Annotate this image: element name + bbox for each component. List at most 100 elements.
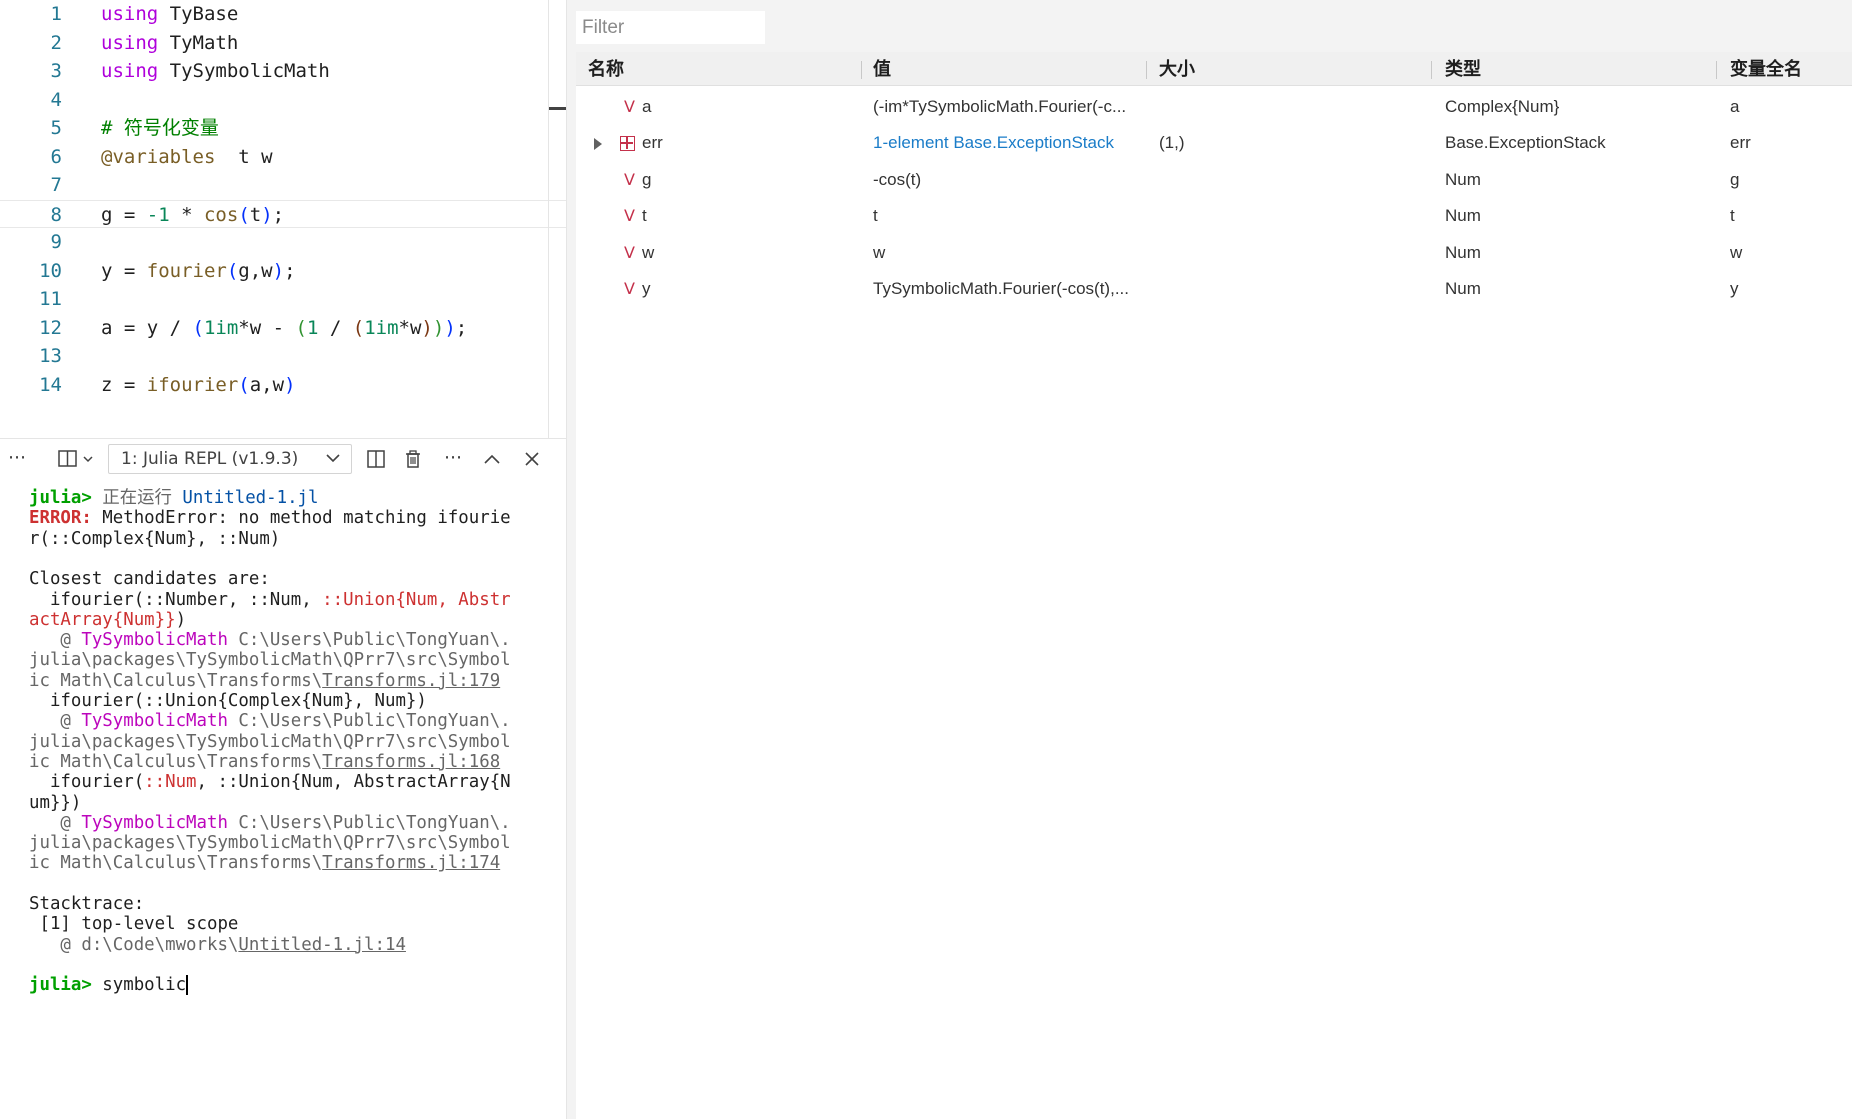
variable-size-cell bbox=[1159, 198, 1419, 234]
variable-type-cell: Num bbox=[1445, 169, 1481, 189]
variable-icon: V bbox=[624, 206, 635, 226]
code-token: g = bbox=[101, 203, 147, 226]
line-number: 2 bbox=[50, 31, 62, 54]
code-line[interactable]: 14 z = ifourier(a,w) bbox=[0, 371, 566, 399]
column-header-type[interactable]: 类型 bbox=[1445, 52, 1481, 86]
terminal-text: 正在运行 bbox=[102, 488, 172, 508]
variable-row-a[interactable]: Va (-im*TySymbolicMath.Fourier(-c... Compl… bbox=[576, 89, 1852, 125]
code-line[interactable]: 3 using TySymbolicMath bbox=[0, 57, 566, 85]
terminal-line: ic Math\Calculus\Transforms\Transforms.j… bbox=[29, 851, 500, 875]
code-line[interactable]: 5 # 符号化变量 bbox=[0, 114, 566, 142]
variable-value-cell: 1-element Base.ExceptionStack bbox=[873, 133, 1114, 153]
terminal-text: , ::Union{Num, AbstractArray{N bbox=[196, 772, 511, 793]
code-line[interactable]: 2 using TyMath bbox=[0, 29, 566, 57]
code-token: y = bbox=[101, 259, 147, 282]
variable-icon: V bbox=[624, 242, 635, 262]
code-editor[interactable]: 1 using TyBase 2 using TyMath 3 using TySymbo… bbox=[0, 0, 566, 438]
variable-name-cell: t bbox=[642, 206, 647, 226]
column-resizer[interactable] bbox=[861, 61, 862, 79]
variable-size-cell: (1,) bbox=[1159, 133, 1185, 153]
code-token: ; bbox=[284, 259, 296, 282]
variable-fullname-cell: err bbox=[1730, 133, 1751, 153]
code-line[interactable]: 6 @variables t w bbox=[0, 143, 566, 171]
terminal-line: ifourier(::Num, ::Union{Num, AbstractArr… bbox=[29, 770, 511, 794]
code-line[interactable]: 9 bbox=[0, 228, 566, 256]
code-token: t w bbox=[215, 145, 273, 168]
more-actions-right-icon[interactable]: ··· bbox=[438, 439, 468, 477]
variable-row-y[interactable]: Vy TySymbolicMath.Fourier(-cos(t),... Num y bbox=[576, 271, 1852, 307]
close-panel-icon[interactable] bbox=[518, 439, 546, 477]
variable-row-t[interactable]: Vt t Num t bbox=[576, 198, 1852, 234]
code-token: z = bbox=[101, 373, 147, 396]
code-token: 1im bbox=[203, 316, 239, 339]
code-line[interactable]: 4 bbox=[0, 86, 566, 114]
split-terminal-icon[interactable] bbox=[362, 439, 390, 477]
variable-type-cell: Num bbox=[1445, 279, 1481, 298]
column-header-fullname[interactable]: 变量全名 bbox=[1730, 52, 1802, 86]
maximize-panel-icon[interactable] bbox=[478, 439, 506, 477]
column-header-size[interactable]: 大小 bbox=[1159, 52, 1195, 86]
column-resizer[interactable] bbox=[1146, 61, 1147, 79]
line-number: 14 bbox=[39, 373, 62, 396]
code-token: ) bbox=[272, 259, 285, 282]
column-resizer[interactable] bbox=[1431, 61, 1432, 79]
terminal-text: ::Union{Num, Abstr bbox=[322, 589, 511, 610]
terminal-text: ifourier(::Number, ::Num, bbox=[29, 589, 323, 610]
code-line[interactable]: 7 bbox=[0, 171, 566, 199]
terminal-selector-label: 1: Julia REPL (v1.9.3) bbox=[121, 449, 299, 469]
variable-row-w[interactable]: Vw w Num w bbox=[576, 235, 1852, 271]
column-header-value[interactable]: 值 bbox=[873, 52, 891, 86]
terminal-text: julia\packages\TySymbolicMath\QPrr7\src\… bbox=[29, 833, 511, 854]
code-line[interactable]: 1 using TyBase bbox=[0, 0, 566, 28]
terminal-selector[interactable]: 1: Julia REPL (v1.9.3) bbox=[108, 444, 352, 474]
line-number: 13 bbox=[39, 345, 62, 367]
code-token: ) bbox=[284, 373, 296, 396]
code-token: 1im bbox=[364, 316, 399, 339]
code-line[interactable]: 8 g = -1 * cos(t); bbox=[0, 199, 566, 228]
variables-table: 名称 值 大小 类型 变量全名 Va (-im*TySymbolicMath.Fo… bbox=[576, 52, 1852, 1119]
code-token: ( bbox=[238, 203, 250, 226]
code-token: ; bbox=[455, 316, 468, 339]
scrollbar-thumb[interactable] bbox=[549, 107, 566, 110]
file-link[interactable]: Transforms.jl:179 bbox=[322, 671, 500, 691]
variable-row-err[interactable]: err 1-element Base.ExceptionStack (1,) Base… bbox=[576, 125, 1852, 161]
variable-size-cell bbox=[1159, 162, 1419, 198]
julia-repl-terminal[interactable]: julia> 正在运行 Untitled-1.jl ERROR: MethodEr… bbox=[0, 476, 566, 1119]
file-link[interactable]: Transforms.jl:168 bbox=[322, 752, 500, 772]
terminal-text: @ bbox=[29, 812, 82, 833]
variable-name-cell: err bbox=[642, 133, 663, 153]
layout-split-dropdown-icon[interactable] bbox=[54, 439, 100, 477]
column-resizer[interactable] bbox=[1716, 61, 1717, 79]
expand-chevron-icon[interactable] bbox=[593, 125, 603, 161]
code-token: cos bbox=[203, 203, 239, 226]
terminal-text: actArray{Num}} bbox=[29, 609, 176, 630]
variable-type-cell: Complex{Num} bbox=[1445, 97, 1560, 116]
trash-icon[interactable] bbox=[399, 439, 427, 477]
file-link[interactable]: Transforms.jl:174 bbox=[322, 853, 500, 873]
array-variable-icon bbox=[620, 136, 635, 152]
variable-icon: V bbox=[624, 97, 635, 116]
code-line[interactable]: 12 a = y / (1im*w - (1 / (1im*w))); bbox=[0, 314, 566, 342]
code-token: ifourier bbox=[146, 373, 239, 396]
variables-filter-input[interactable] bbox=[576, 11, 765, 44]
variable-row-g[interactable]: Vg -cos(t) Num g bbox=[576, 162, 1852, 198]
line-number: 11 bbox=[39, 288, 62, 310]
code-text: @variables t w bbox=[101, 143, 273, 171]
more-actions-left-icon[interactable]: ··· bbox=[2, 439, 32, 477]
code-token: a,w bbox=[249, 373, 285, 396]
variable-fullname-cell: a bbox=[1730, 97, 1740, 116]
variable-value-cell: w bbox=[873, 242, 886, 262]
code-text: a = y / (1im*w - (1 / (1im*w))); bbox=[101, 314, 467, 342]
code-line[interactable]: 10 y = fourier(g,w); bbox=[0, 257, 566, 285]
terminal-text: C:\Users\Public\TongYuan\. bbox=[227, 630, 511, 651]
terminal-text: @ d:\Code\mworks\ bbox=[29, 934, 239, 955]
terminal-text: julia> bbox=[29, 975, 92, 996]
variable-icon: V bbox=[624, 169, 635, 189]
code-line[interactable]: 13 bbox=[0, 342, 566, 370]
code-line[interactable]: 11 bbox=[0, 285, 566, 313]
column-header-name[interactable]: 名称 bbox=[588, 52, 624, 86]
file-link[interactable]: Untitled-1.jl:14 bbox=[238, 935, 406, 955]
terminal-text: ic Math\Calculus\Transforms\ bbox=[29, 751, 323, 772]
variable-type-cell: Num bbox=[1445, 206, 1481, 226]
code-text: using TySymbolicMath bbox=[101, 57, 330, 85]
